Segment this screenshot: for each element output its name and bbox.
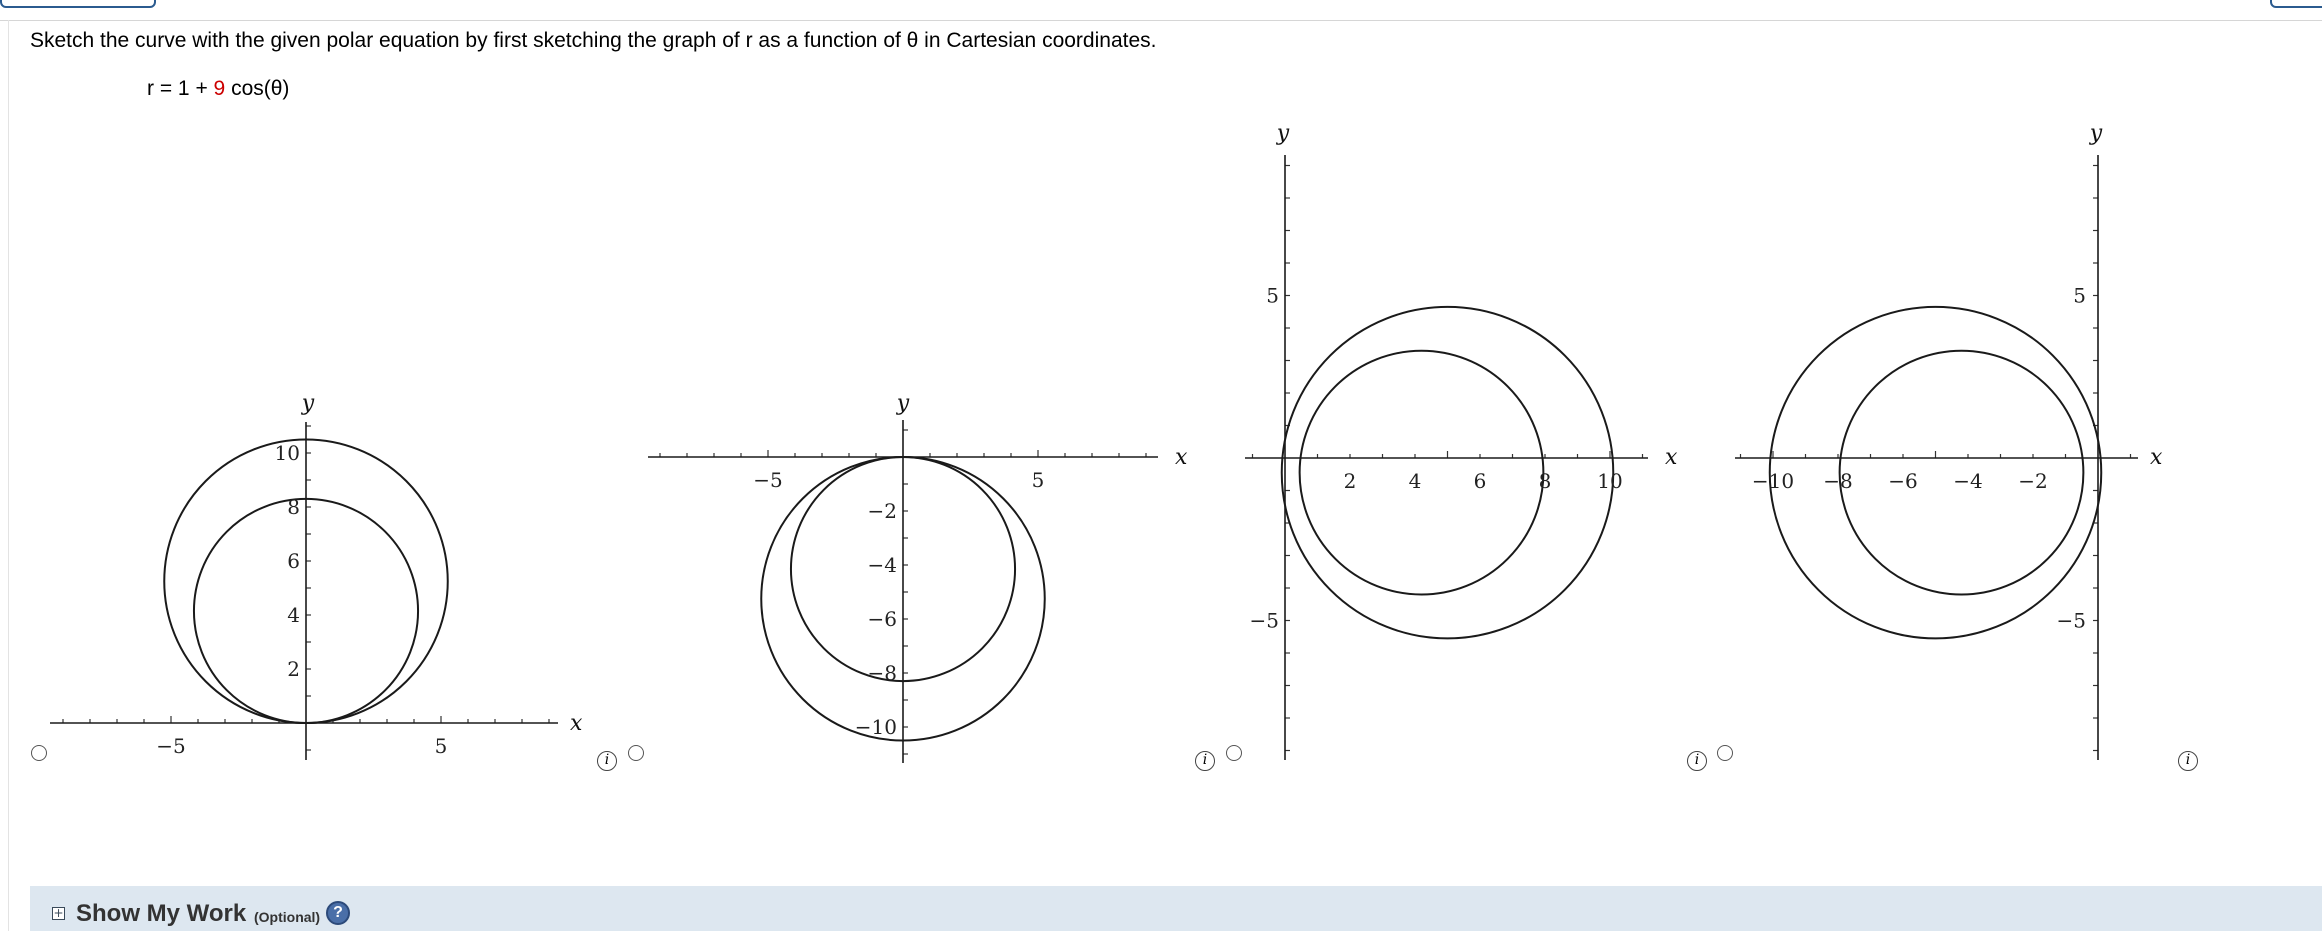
inner-circle bbox=[1298, 349, 1545, 596]
y-axis-label: y bbox=[896, 391, 910, 416]
y-tick-label: −2 bbox=[868, 499, 897, 523]
polar-equation: r = 1 + 9 cos(θ) bbox=[147, 77, 289, 101]
x-tick-label: −8 bbox=[1823, 469, 1852, 493]
y-tick-label: 5 bbox=[2073, 284, 2086, 308]
y-tick-label: −5 bbox=[2057, 609, 2086, 633]
previous-tab[interactable] bbox=[0, 0, 156, 8]
equation-coefficient: 9 bbox=[213, 77, 226, 100]
y-axis-label: y bbox=[301, 391, 315, 416]
y-axis-label: y bbox=[1276, 121, 1290, 146]
expand-icon[interactable]: + bbox=[52, 907, 65, 920]
y-tick-label: 2 bbox=[287, 657, 300, 681]
info-icon[interactable]: i bbox=[1687, 751, 1707, 771]
prompt-text: Sketch the curve with the given polar eq… bbox=[30, 29, 1157, 52]
show-my-work-label[interactable]: Show My Work bbox=[76, 900, 246, 928]
x-tick-label: 10 bbox=[1597, 469, 1622, 493]
graph-3-svg: x y 2 4 6 8 10 5 −5 bbox=[1245, 121, 1678, 760]
outer-circle bbox=[1768, 305, 2103, 640]
x-axis-label: x bbox=[1175, 445, 1188, 470]
top-bar bbox=[0, 0, 2322, 21]
y-tick-label: −6 bbox=[868, 607, 897, 631]
x-tick-label: 5 bbox=[435, 734, 448, 758]
y-tick-label: −4 bbox=[868, 553, 897, 577]
content-border bbox=[8, 20, 9, 931]
x-tick-label: −4 bbox=[1953, 469, 1982, 493]
graph-2-svg: x y −5 5 −2 −4 −6 −8 −10 bbox=[648, 391, 1188, 763]
optional-label: (Optional) bbox=[254, 909, 321, 925]
choice-3-radio[interactable] bbox=[1226, 745, 1242, 761]
x-tick-label: −5 bbox=[156, 734, 185, 758]
choice-1-radio[interactable] bbox=[31, 745, 47, 761]
y-tick-label: 6 bbox=[287, 549, 300, 573]
x-tick-label: 5 bbox=[1032, 468, 1045, 492]
choice-graph-1: x y −5 5 2 4 6 8 10 bbox=[40, 110, 600, 770]
x-tick-label: −10 bbox=[1752, 469, 1794, 493]
x-tick-label: −5 bbox=[753, 468, 782, 492]
y-tick-label: −10 bbox=[855, 715, 897, 739]
choice-graph-3: x y 2 4 6 8 10 5 −5 bbox=[1240, 110, 1800, 770]
y-tick-label: 8 bbox=[287, 495, 300, 519]
x-tick-label: −6 bbox=[1888, 469, 1917, 493]
x-axis-label: x bbox=[570, 711, 583, 736]
outer-circle bbox=[1280, 305, 1615, 640]
x-axis-label: x bbox=[1665, 445, 1678, 470]
y-axis-label: y bbox=[2089, 121, 2103, 146]
y-tick-label: 5 bbox=[1266, 284, 1279, 308]
x-tick-label: 4 bbox=[1409, 469, 1422, 493]
x-tick-label: 8 bbox=[1539, 469, 1552, 493]
x-tick-label: 2 bbox=[1344, 469, 1357, 493]
info-icon[interactable]: i bbox=[1195, 751, 1215, 771]
y-tick-label: −5 bbox=[1250, 609, 1279, 633]
y-tick-label: 10 bbox=[275, 441, 300, 465]
next-tab[interactable] bbox=[2270, 0, 2322, 8]
question-prompt: Sketch the curve with the given polar eq… bbox=[30, 29, 1156, 53]
x-tick-label: −2 bbox=[2018, 469, 2047, 493]
graph-1-svg: x y −5 5 2 4 6 8 10 bbox=[50, 391, 583, 760]
equation-lhs: r = 1 + bbox=[147, 77, 214, 100]
x-axis-label: x bbox=[2150, 445, 2163, 470]
y-tick-label: −8 bbox=[868, 661, 897, 685]
equation-rhs: cos(θ) bbox=[225, 77, 290, 100]
y-tick-label: 4 bbox=[287, 603, 300, 627]
choice-4-radio[interactable] bbox=[1717, 745, 1733, 761]
show-my-work-bar[interactable]: + Show My Work (Optional) ? bbox=[30, 886, 2322, 931]
info-icon[interactable]: i bbox=[597, 751, 617, 771]
choice-graph-2: x y −5 5 −2 −4 −6 −8 −10 bbox=[635, 110, 1195, 770]
info-icon[interactable]: i bbox=[2178, 751, 2198, 771]
graph-4-svg: x y −10 −8 −6 −4 −2 5 −5 bbox=[1735, 121, 2163, 760]
x-tick-label: 6 bbox=[1474, 469, 1487, 493]
help-icon[interactable]: ? bbox=[326, 901, 350, 925]
choice-graph-4: x y −10 −8 −6 −4 −2 5 −5 bbox=[1730, 110, 2290, 770]
choice-2-radio[interactable] bbox=[628, 745, 644, 761]
